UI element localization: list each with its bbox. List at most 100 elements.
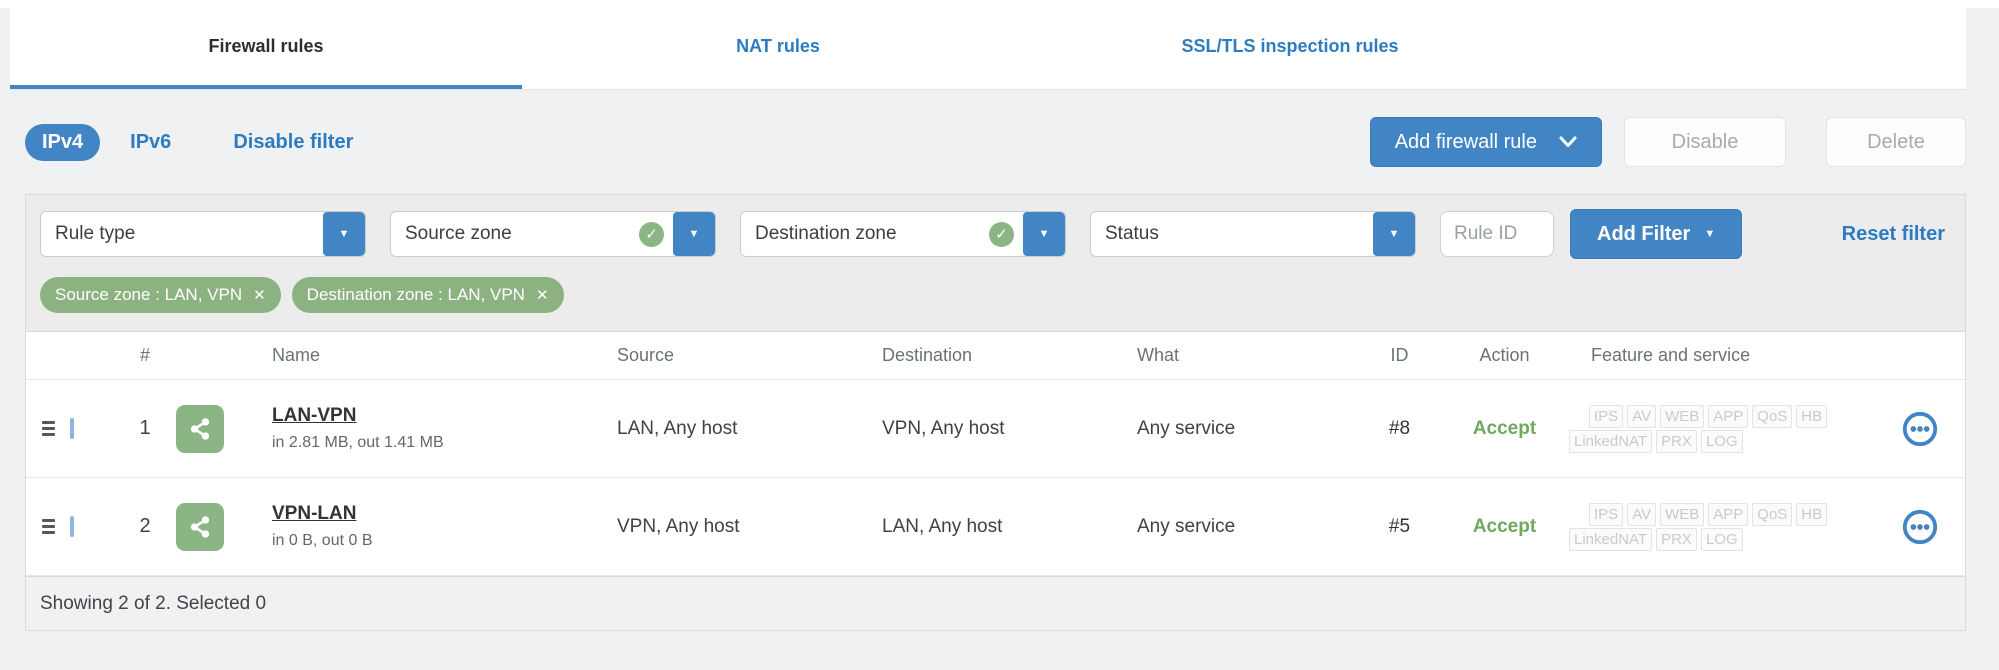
add-firewall-rule-label: Add firewall rule bbox=[1394, 130, 1537, 153]
table-footer: Showing 2 of 2. Selected 0 bbox=[26, 576, 1965, 630]
column-header-what: What bbox=[1137, 345, 1180, 365]
share-icon bbox=[176, 502, 224, 551]
row-checkbox[interactable] bbox=[70, 515, 74, 537]
row-number: 2 bbox=[139, 515, 151, 537]
drag-handle-icon[interactable] bbox=[26, 519, 70, 534]
column-header-feature-and-service: Feature and service bbox=[1591, 345, 1751, 365]
delete-button[interactable]: Delete bbox=[1826, 117, 1966, 167]
rule-destination: LAN, Any host bbox=[882, 515, 1003, 537]
feature-badge: HB bbox=[1796, 404, 1828, 428]
column-header-id: ID bbox=[1390, 345, 1409, 365]
column-header-source: Source bbox=[617, 345, 675, 365]
filter-chip-destination-zone: Destination zone : LAN, VPN ✕ bbox=[291, 277, 564, 313]
rule-source: VPN, Any host bbox=[617, 515, 740, 537]
feature-badge: HB bbox=[1796, 502, 1828, 526]
feature-badge: PRX bbox=[1656, 429, 1697, 453]
showing-status-text: Showing 2 of 2. Selected 0 bbox=[40, 592, 267, 614]
tab-firewall-rules[interactable]: Firewall rules bbox=[10, 8, 522, 89]
rule-name-link[interactable]: VPN-LAN bbox=[272, 503, 356, 525]
rule-destination: VPN, Any host bbox=[882, 417, 1005, 439]
caret-down-icon: ▼ bbox=[1373, 212, 1415, 256]
row-checkbox[interactable] bbox=[70, 417, 74, 439]
add-firewall-rule-button[interactable]: Add firewall rule bbox=[1369, 117, 1602, 167]
top-strip bbox=[0, 0, 1999, 8]
feature-badge: LinkedNAT bbox=[1569, 527, 1653, 551]
tab-label: Firewall rules bbox=[208, 36, 324, 56]
check-circle-icon: ✓ bbox=[989, 221, 1014, 247]
caret-down-icon: ▼ bbox=[1023, 212, 1065, 256]
table-row: 2 VPN-LAN in 0 B, out 0 B VPN, Any host … bbox=[26, 478, 1965, 576]
tab-label: NAT rules bbox=[736, 36, 820, 56]
dropdown-label: Rule type bbox=[55, 223, 136, 244]
reset-filter-link[interactable]: Reset filter bbox=[1842, 223, 1945, 246]
rule-id-input[interactable] bbox=[1440, 211, 1554, 257]
firewall-rules-table: # Name Source Destination What ID Action… bbox=[25, 331, 1966, 631]
check-circle-icon: ✓ bbox=[639, 221, 664, 247]
filter-row: Rule type ▼ Source zone ✓ ▼ Destination … bbox=[40, 209, 1949, 259]
feature-badge: WEB bbox=[1660, 404, 1705, 428]
close-icon[interactable]: ✕ bbox=[253, 286, 266, 304]
close-icon[interactable]: ✕ bbox=[536, 286, 549, 304]
chevron-down-icon bbox=[1559, 136, 1577, 148]
feature-badge: AV bbox=[1627, 404, 1657, 428]
tab-ssl-tls-inspection-rules[interactable]: SSL/TLS inspection rules bbox=[1034, 8, 1546, 89]
rule-id: #5 bbox=[1388, 515, 1411, 537]
chip-label: Source zone : LAN, VPN bbox=[55, 285, 243, 304]
dropdown-label: Destination zone bbox=[755, 223, 897, 244]
toolbar: IPv4 IPv6 Disable filter Add firewall ru… bbox=[0, 90, 1999, 194]
feature-badge: QoS bbox=[1752, 502, 1793, 526]
active-filter-chips: Source zone : LAN, VPN ✕ Destination zon… bbox=[40, 277, 1949, 313]
row-more-menu-button[interactable] bbox=[1875, 508, 1965, 546]
column-header-destination: Destination bbox=[882, 345, 973, 365]
status-dropdown[interactable]: Status ▼ bbox=[1090, 211, 1416, 257]
feature-badge: LinkedNAT bbox=[1569, 429, 1653, 453]
feature-badge: AV bbox=[1627, 502, 1657, 526]
feature-badges: IPS AV WEB APP QoS HB LinkedNAT PRX LOG bbox=[1567, 502, 1829, 551]
tab-bar: Firewall rules NAT rules SSL/TLS inspect… bbox=[10, 8, 1966, 90]
drag-handle-icon[interactable] bbox=[26, 421, 70, 436]
caret-down-icon: ▼ bbox=[323, 212, 365, 256]
feature-badge: LOG bbox=[1700, 527, 1743, 551]
rule-action: Accept bbox=[1472, 515, 1537, 537]
row-number: 1 bbox=[139, 417, 151, 439]
caret-down-icon: ▼ bbox=[1704, 228, 1716, 240]
rule-traffic-stats: in 2.81 MB, out 1.41 MB bbox=[272, 434, 444, 451]
column-header-number: # bbox=[139, 345, 150, 365]
column-header-name: Name bbox=[272, 345, 321, 365]
destination-zone-dropdown[interactable]: Destination zone ✓ ▼ bbox=[740, 211, 1066, 257]
rule-traffic-stats: in 0 B, out 0 B bbox=[272, 532, 373, 549]
source-zone-dropdown[interactable]: Source zone ✓ ▼ bbox=[390, 211, 716, 257]
rule-what: Any service bbox=[1137, 417, 1236, 439]
ipv6-toggle[interactable]: IPv6 bbox=[130, 131, 171, 154]
column-header-action: Action bbox=[1479, 345, 1530, 365]
feature-badge: APP bbox=[1708, 404, 1749, 428]
feature-badge: APP bbox=[1708, 502, 1749, 526]
disable-button[interactable]: Disable bbox=[1624, 117, 1786, 167]
add-filter-button[interactable]: Add Filter ▼ bbox=[1570, 209, 1743, 259]
feature-badge: QoS bbox=[1752, 404, 1793, 428]
rule-type-dropdown[interactable]: Rule type ▼ bbox=[40, 211, 366, 257]
rule-id: #8 bbox=[1388, 417, 1411, 439]
rule-action: Accept bbox=[1472, 417, 1537, 439]
ipv4-toggle[interactable]: IPv4 bbox=[25, 123, 101, 161]
feature-badge: IPS bbox=[1589, 502, 1624, 526]
feature-badge: IPS bbox=[1589, 404, 1624, 428]
rule-name-link[interactable]: LAN-VPN bbox=[272, 405, 356, 427]
filter-panel: Rule type ▼ Source zone ✓ ▼ Destination … bbox=[25, 194, 1966, 331]
table-header-row: # Name Source Destination What ID Action… bbox=[26, 332, 1965, 380]
dropdown-label: Status bbox=[1105, 223, 1159, 244]
rule-source: LAN, Any host bbox=[617, 417, 738, 439]
rule-what: Any service bbox=[1137, 515, 1236, 537]
feature-badges: IPS AV WEB APP QoS HB LinkedNAT PRX LOG bbox=[1567, 404, 1829, 453]
add-filter-label: Add Filter bbox=[1597, 222, 1691, 245]
feature-badge: PRX bbox=[1656, 527, 1697, 551]
disable-filter-link[interactable]: Disable filter bbox=[233, 131, 353, 154]
tab-label: SSL/TLS inspection rules bbox=[1181, 36, 1399, 56]
chip-label: Destination zone : LAN, VPN bbox=[306, 285, 525, 304]
feature-badge: LOG bbox=[1700, 429, 1743, 453]
filter-chip-source-zone: Source zone : LAN, VPN ✕ bbox=[40, 277, 281, 313]
feature-badge: WEB bbox=[1660, 502, 1705, 526]
caret-down-icon: ▼ bbox=[673, 212, 715, 256]
row-more-menu-button[interactable] bbox=[1875, 410, 1965, 448]
tab-nat-rules[interactable]: NAT rules bbox=[522, 8, 1034, 89]
